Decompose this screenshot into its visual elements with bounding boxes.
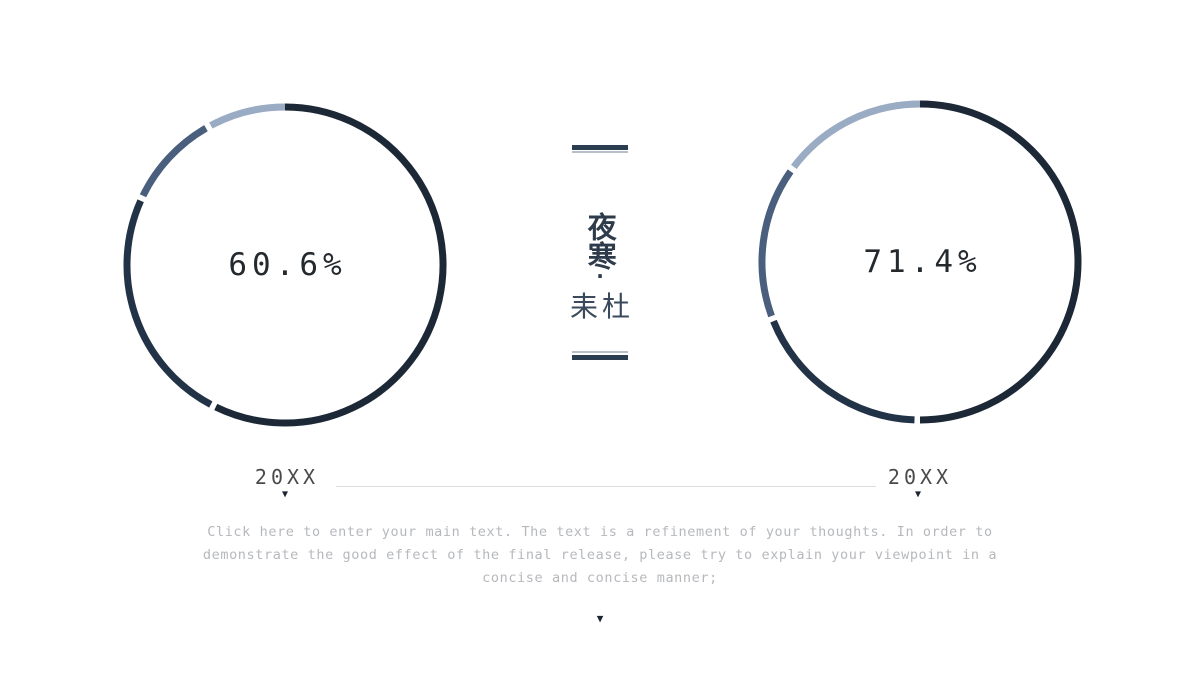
left-ring-value: 60.6% — [228, 247, 347, 283]
caret-down-icon: ▼ — [914, 489, 922, 500]
center-ornament-block: 夜寒 · 耒杜 — [540, 145, 660, 390]
top-rule-thick — [572, 145, 628, 150]
top-rule-ornament — [572, 145, 628, 154]
top-rule-thin — [572, 151, 628, 153]
timeline: 20XX ▼ 20XX ▼ — [0, 465, 1200, 505]
center-main-title: 夜寒 — [583, 212, 618, 270]
timeline-year-second: 20XX — [887, 465, 953, 489]
slide-canvas: 60.6% 夜寒 · 耒杜 71.4% 20XX ▼ 20XX ▼ Click … — [0, 0, 1200, 680]
center-sub-title: 耒杜 — [569, 290, 634, 323]
timeline-item-first[interactable]: 20XX ▼ — [205, 465, 365, 500]
center-separator-dot: · — [596, 264, 604, 288]
right-ring-value: 71.4% — [863, 244, 982, 280]
left-ring-chart[interactable]: 60.6% — [115, 95, 455, 435]
timeline-year-first: 20XX — [254, 465, 320, 489]
right-ring-chart[interactable]: 71.4% — [750, 92, 1090, 432]
body-paragraph[interactable]: Click here to enter your main text. The … — [200, 521, 1000, 590]
bottom-rule-thin — [572, 351, 628, 353]
timeline-connector-line — [336, 486, 876, 487]
timeline-item-second[interactable]: 20XX ▼ — [838, 465, 998, 500]
bottom-caret-down-icon: ▼ — [596, 612, 604, 625]
bottom-rule-thick — [572, 355, 628, 360]
bottom-rule-ornament — [572, 351, 628, 360]
caret-down-icon: ▼ — [281, 489, 289, 500]
center-vertical-text: 夜寒 · 耒杜 — [566, 212, 634, 321]
